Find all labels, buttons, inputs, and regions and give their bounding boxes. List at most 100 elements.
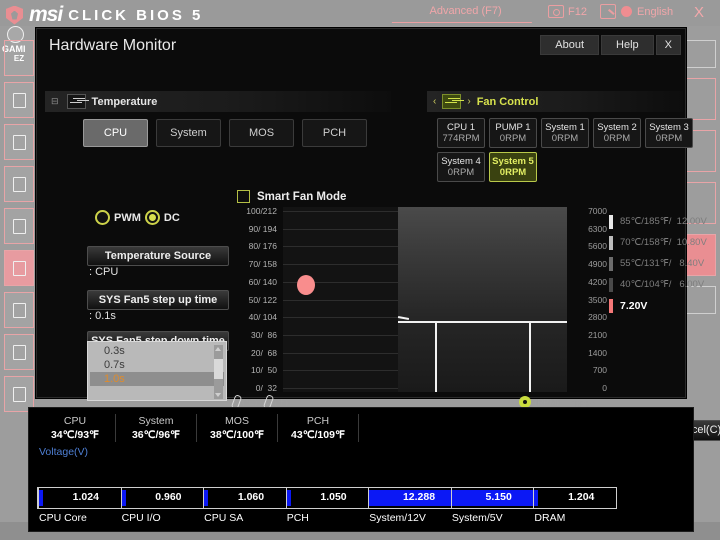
temperature-source-button[interactable]: Temperature Source — [87, 246, 229, 266]
fan-button-pump-1[interactable]: PUMP 1 0RPM — [489, 118, 537, 148]
chart-y-axis-left: 100/212 90/ 194 80/ 176 70/ 158 60/ 140 50/ 1… — [237, 206, 279, 393]
smart-fan-mode-checkbox[interactable] — [237, 190, 250, 203]
screenshot-key-label: F12 — [568, 5, 587, 18]
pwm-radio[interactable] — [95, 210, 110, 225]
y-tick-left: 40/ 104 — [248, 312, 277, 323]
fan-rpm: 0RPM — [551, 133, 579, 144]
help-button[interactable]: Help — [601, 35, 654, 55]
voltage-cell: 1.204 — [533, 487, 616, 509]
dc-radio[interactable] — [144, 210, 160, 225]
fan-curve-line[interactable] — [398, 321, 567, 323]
legend-row: 70℃/158℉/ 10.80V — [609, 232, 713, 253]
chart-area-fill — [398, 207, 567, 392]
fan-button-system-2[interactable]: System 2 0RPM — [593, 118, 641, 148]
bios-close-button[interactable]: X — [694, 4, 704, 21]
voltage-name: CPU I/O — [121, 512, 161, 524]
temp-readout-cpu: CPU 34℃/93℉ — [35, 414, 116, 442]
fan-button-system-3[interactable]: System 3 0RPM — [645, 118, 693, 148]
scroll-up-icon[interactable] — [215, 347, 221, 351]
dialog-buttons: About Help X — [540, 35, 681, 55]
voltage-cell: 12.288 — [368, 487, 451, 509]
fan-name: System 2 — [597, 122, 637, 133]
legend-row: 40℃/104℉/ 6.00V — [609, 274, 713, 295]
fan-rpm: 0RPM — [655, 133, 683, 144]
fan-button-system-4[interactable]: System 4 0RPM — [437, 152, 485, 182]
screenshot-button[interactable]: F12 — [548, 5, 587, 18]
chevron-right-icon[interactable]: › — [467, 96, 470, 107]
y-tick-left: 90/ 194 — [248, 223, 277, 234]
chart-legend: 85℃/185℉/ 12.00V 70℃/158℉/ 10.80V 55℃/131℉… — [609, 211, 713, 316]
sidebar-item-overclock[interactable] — [4, 208, 34, 244]
y-tick-right: 3500 — [588, 294, 607, 305]
voltage-tick — [285, 487, 287, 509]
temp-value: 38℃/100℉ — [210, 429, 264, 441]
sidebar-item-favorites[interactable] — [4, 292, 34, 328]
temperature-tab-pch[interactable]: PCH — [302, 119, 367, 147]
right-item-panel-a[interactable] — [684, 78, 716, 120]
y-tick-left: 100/212 — [246, 206, 277, 216]
voltage-value: 1.060 — [237, 491, 265, 503]
legend-label: 40℃/104℉/ 6.00V — [620, 279, 705, 290]
expand-icon[interactable]: ⊟ — [51, 96, 59, 107]
voltage-cell: 1.024 — [38, 487, 121, 509]
fan-button-system-5[interactable]: System 5 0RPM — [489, 152, 537, 182]
step-down-time-listbox[interactable]: 0.3s 0.7s 1.0s — [87, 341, 227, 401]
temperature-tab-cpu[interactable]: CPU — [83, 119, 148, 147]
temperature-tab-mos[interactable]: MOS — [229, 119, 294, 147]
fan-curve-chart: 100/212 90/ 194 80/ 176 70/ 158 60/ 140 50/ 1… — [237, 206, 567, 393]
voltage-tick — [120, 487, 122, 509]
unit-celsius-label: (℃) — [242, 396, 258, 407]
advanced-mode-label: Advanced (F7) — [429, 5, 502, 17]
voltage-tick — [38, 487, 39, 509]
sidebar-item-mflash[interactable] — [4, 334, 34, 370]
voltage-tick — [450, 487, 452, 509]
sidebar-item-hardware-monitor[interactable] — [4, 250, 34, 286]
fan-name: System 4 — [441, 156, 481, 167]
bios-screen: msi CLICK BIOS 5 Advanced (F7) F12 Engli… — [0, 0, 720, 540]
scrollbar-thumb[interactable] — [214, 359, 223, 379]
step-down-option-0-7s[interactable]: 0.7s — [90, 358, 224, 372]
legend-swatch — [609, 235, 613, 250]
language-selector[interactable]: English — [600, 4, 673, 19]
temperature-tab-system[interactable]: System — [156, 119, 221, 147]
about-button[interactable]: About — [540, 35, 600, 55]
fan-mode-radios: PWM DC — [95, 210, 180, 225]
smart-fan-mode-toggle[interactable]: Smart Fan Mode — [237, 190, 346, 203]
dialog-close-button[interactable]: X — [655, 35, 681, 55]
fan-name: System 3 — [649, 122, 689, 133]
fan-button-system-1[interactable]: System 1 0RPM — [541, 118, 589, 148]
right-item-info[interactable] — [684, 40, 716, 68]
legend-row: 7.20V — [609, 295, 713, 316]
chart-plot-area[interactable] — [283, 207, 567, 392]
unit-fahrenheit-label: (℉) — [274, 396, 288, 407]
sidebar-item-ez-mode[interactable]: EZ — [4, 40, 34, 76]
sidebar-item-settings[interactable] — [4, 124, 34, 160]
temp-readout-pch: PCH 43℃/109℉ — [278, 414, 359, 442]
voltage-tick — [203, 487, 205, 509]
smart-fan-mode-label: Smart Fan Mode — [257, 190, 347, 203]
voltage-name: System/5V — [451, 512, 503, 524]
voltage-cell: 1.060 — [203, 487, 286, 509]
temperature-tabs: CPU System MOS PCH — [83, 119, 367, 147]
temp-readout-mos: MOS 38℃/100℉ — [197, 414, 278, 442]
advanced-mode-button[interactable]: Advanced (F7) — [391, 3, 539, 23]
step-down-option-0-3s[interactable]: 0.3s — [90, 344, 224, 358]
step-up-time-button[interactable]: SYS Fan5 step up time — [87, 290, 229, 310]
temperature-readouts: CPU 34℃/93℉ System 36℃/96℉ MOS 38℃/100℉ PCH 43℃… — [35, 414, 359, 442]
listbox-scrollbar[interactable] — [214, 345, 223, 399]
sidebar-item-boot[interactable] — [4, 166, 34, 202]
voltage-tick — [533, 487, 535, 509]
camera-icon — [548, 5, 564, 18]
scroll-down-icon[interactable] — [215, 393, 221, 397]
chevron-left-icon[interactable]: ‹ — [433, 96, 436, 107]
current-temperature-point[interactable] — [297, 275, 315, 295]
step-down-option-1-0s[interactable]: 1.0s — [90, 372, 224, 386]
step-down-options: 0.3s 0.7s 1.0s — [90, 344, 224, 386]
voltage-value: 1.204 — [568, 491, 595, 503]
fan-button-cpu-1[interactable]: CPU 1 774RPM — [437, 118, 485, 148]
fan-rpm: 0RPM — [499, 133, 527, 144]
fan-selector-grid: CPU 1 774RPM PUMP 1 0RPM System 1 0RPM System … — [437, 118, 699, 182]
temp-value: 43℃/109℉ — [291, 429, 345, 441]
temp-name: System — [138, 415, 174, 427]
sidebar-item-monitor[interactable] — [4, 82, 34, 118]
